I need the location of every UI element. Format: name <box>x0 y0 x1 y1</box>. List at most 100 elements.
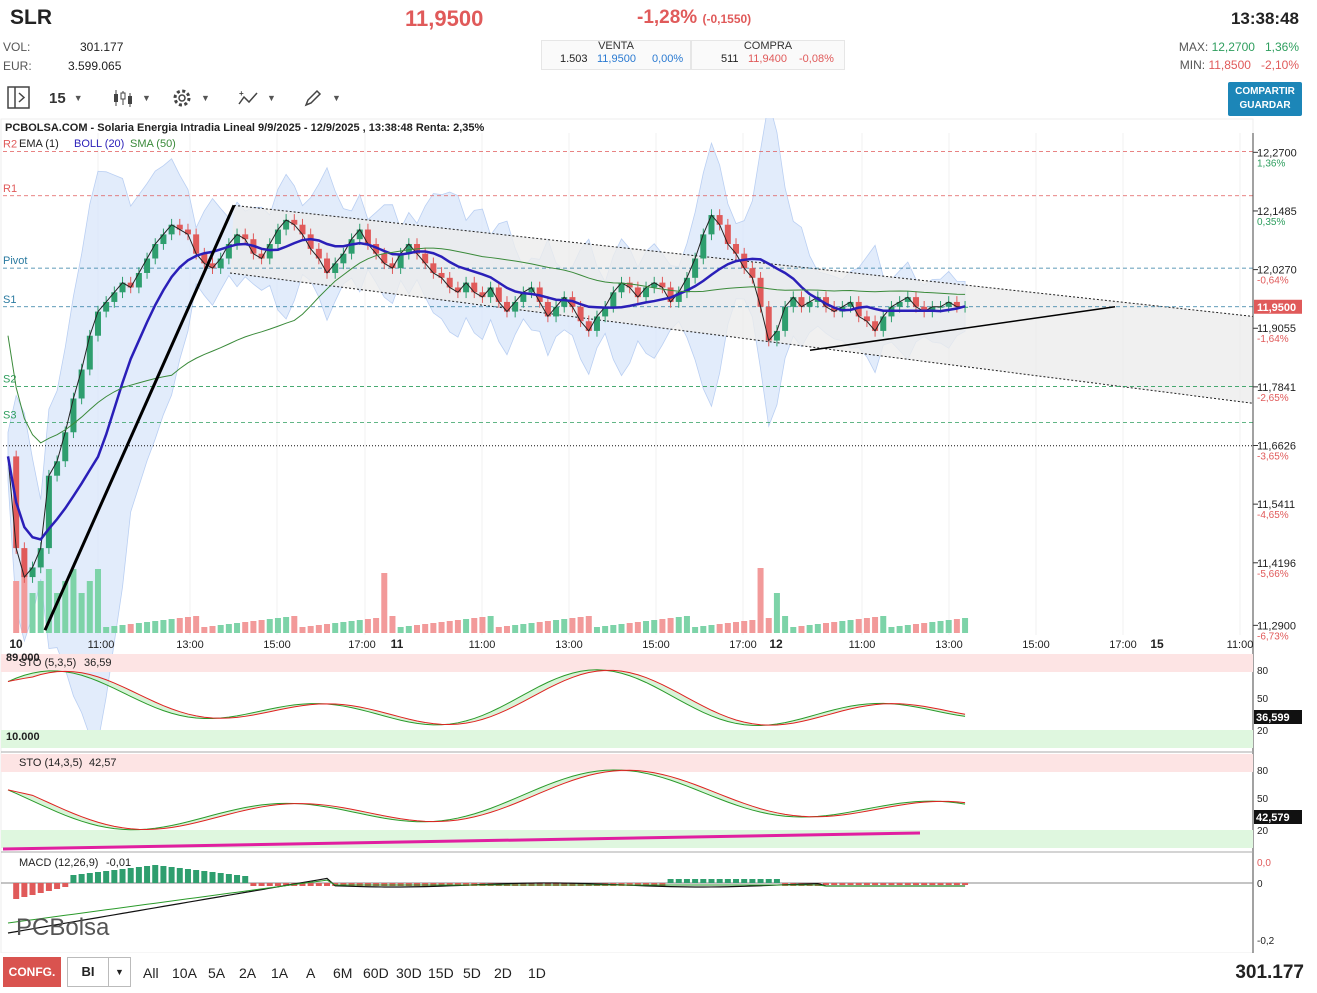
volume-bar <box>78 593 85 633</box>
mode-select[interactable]: BI ▼ <box>67 957 131 987</box>
period-button-2d[interactable]: 2D <box>494 965 512 981</box>
candle-body <box>577 306 584 322</box>
candle-body <box>62 432 69 462</box>
volume-bar <box>610 625 617 633</box>
last-price-label: 11,9500 <box>1257 302 1296 314</box>
volume-bar <box>209 626 216 633</box>
time-label: 15 <box>1150 637 1164 651</box>
volume-bar <box>152 621 159 633</box>
volume-bar <box>94 569 101 633</box>
volume-bar <box>266 619 273 633</box>
period-button-1a[interactable]: 1A <box>271 965 288 981</box>
macd-histogram-bar <box>62 883 69 887</box>
candle-body <box>274 229 281 245</box>
min-pct: -2,10% <box>1260 58 1299 72</box>
macd-tick: 0,0 <box>1257 858 1271 869</box>
oversold-zone <box>1 730 1253 748</box>
volume-bar <box>340 622 347 633</box>
volume-bar <box>855 619 862 633</box>
macd-histogram-bar <box>708 879 715 883</box>
period-button-all[interactable]: All <box>143 965 159 981</box>
price-chart[interactable]: R2R1PivotS1S2S3 12,27001,36%12,14850,35%… <box>0 118 1317 953</box>
period-button-60d[interactable]: 60D <box>363 965 389 981</box>
legend-boll: BOLL (20) <box>74 138 124 150</box>
period-button-1d[interactable]: 1D <box>528 965 546 981</box>
period-button-a[interactable]: A <box>306 965 315 981</box>
interval-select[interactable]: 15 ▼ <box>49 84 83 112</box>
time-label: 15:00 <box>263 639 291 651</box>
volume-bar <box>389 616 396 633</box>
volume-bar <box>765 618 772 633</box>
volume-bar <box>553 620 560 633</box>
candle-body <box>872 321 879 331</box>
indicators-button[interactable]: + ▼ <box>237 84 276 112</box>
volume-bar <box>929 622 936 633</box>
candle-body <box>610 292 617 307</box>
macd-histogram-bar <box>127 868 134 883</box>
candle-body <box>397 253 404 269</box>
sidebar-toggle-button[interactable] <box>6 84 32 112</box>
time-axis: 10 11:00 13:00 15:00 17:00 11 11:00 13:00 15:00 1… <box>9 637 1253 651</box>
sell-price: 11,9500 <box>597 53 636 65</box>
share-save-button[interactable]: COMPARTIR GUARDAR <box>1228 82 1302 116</box>
volume-bar <box>29 593 36 633</box>
settings-button[interactable]: ▼ <box>171 84 210 112</box>
volume-bar <box>324 624 331 633</box>
candle-body <box>160 234 167 245</box>
macd-histogram-bar <box>54 883 61 889</box>
volume-bar <box>569 618 576 633</box>
candle-body <box>912 297 919 307</box>
sto-level: 20 <box>1257 726 1269 737</box>
macd-histogram-bar <box>258 883 265 886</box>
volume-bar <box>888 627 895 633</box>
sto-fill <box>8 669 966 726</box>
volume-bar <box>847 620 854 633</box>
volume-bar <box>348 621 355 633</box>
period-button-5d[interactable]: 5D <box>463 965 481 981</box>
drawing-tools-button[interactable]: ▼ <box>302 84 341 112</box>
candle-body <box>553 306 560 317</box>
macd-histogram-bar <box>135 867 142 883</box>
volume-bar <box>544 621 551 633</box>
volume-bar <box>446 621 453 633</box>
sto-fill <box>8 769 966 830</box>
sell-qty: 1.503 <box>560 53 588 65</box>
volume-bar <box>37 581 44 633</box>
period-button-10a[interactable]: 10A <box>172 965 197 981</box>
config-button[interactable]: CONFG. <box>3 957 61 987</box>
candle-body <box>94 311 101 336</box>
volume-bar <box>315 625 322 633</box>
candle-body <box>782 306 789 331</box>
chart-type-button[interactable]: ▼ <box>112 84 151 112</box>
volume-bar <box>168 619 175 633</box>
period-button-5a[interactable]: 5A <box>208 965 225 981</box>
macd-histogram-bar <box>757 879 764 883</box>
period-button-30d[interactable]: 30D <box>396 965 422 981</box>
volume-bar <box>520 624 527 633</box>
macd-histogram-bar <box>863 883 870 885</box>
period-button-15d[interactable]: 15D <box>428 965 454 981</box>
volume-value: 301.177 <box>80 40 124 54</box>
candle-body <box>152 244 159 259</box>
period-button-2a[interactable]: 2A <box>239 965 256 981</box>
volume-bar <box>299 627 306 633</box>
candle-body <box>340 253 347 264</box>
candle-body <box>773 330 780 341</box>
macd-histogram-bar <box>692 879 699 883</box>
candle-body <box>733 244 740 254</box>
volume-bar <box>184 617 191 633</box>
buy-box: COMPRA 511 11,9400 -0,08% <box>691 40 845 70</box>
volume-bar <box>593 627 600 633</box>
min-label: MIN: <box>1179 58 1206 72</box>
macd-histogram-bar <box>823 883 829 885</box>
sell-label: VENTA <box>598 40 634 52</box>
candle-body <box>561 297 568 307</box>
pencil-icon <box>304 89 322 107</box>
macd-histogram-bar <box>896 883 903 885</box>
macd-histogram-bar <box>315 883 322 886</box>
volume-bar <box>675 617 682 633</box>
volume-bar <box>577 617 584 633</box>
volume-bar <box>667 618 674 633</box>
volume-bar <box>291 616 298 633</box>
period-button-6m[interactable]: 6M <box>333 965 352 981</box>
